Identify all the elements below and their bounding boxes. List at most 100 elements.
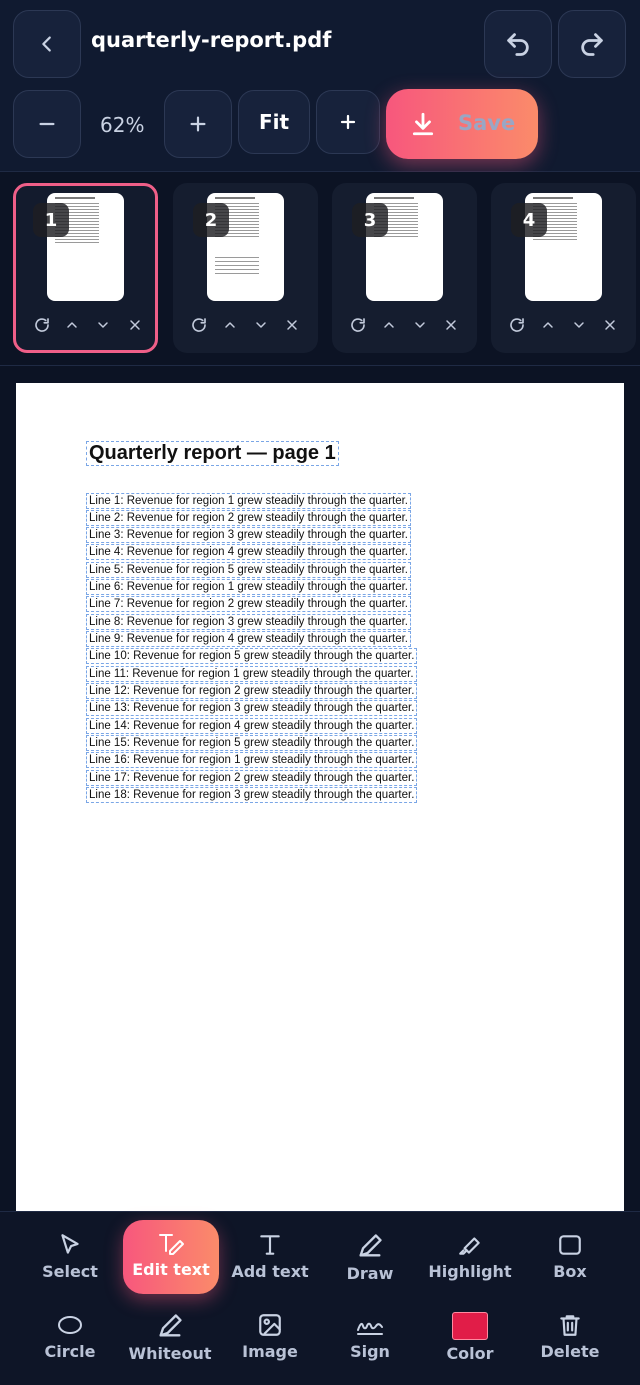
- mini-line: [55, 242, 99, 243]
- circle-tool[interactable]: Circle: [22, 1302, 118, 1372]
- mini-title: [533, 197, 573, 199]
- edit-text-icon: [159, 1234, 184, 1255]
- move-page-up-button[interactable]: [61, 314, 83, 336]
- page-number-badge: 2: [193, 203, 229, 237]
- move-page-up-button[interactable]: [219, 314, 241, 336]
- chevron-down-icon: [256, 322, 266, 328]
- move-page-down-button[interactable]: [250, 314, 272, 336]
- mini-line: [215, 257, 259, 258]
- rotate-page-button[interactable]: [347, 314, 369, 336]
- fit-button[interactable]: Fit: [238, 90, 310, 154]
- document-canvas: Quarterly report — page 1 Line 1: Revenu…: [0, 366, 640, 1211]
- page-thumbnail-strip: 1 2 3 4: [0, 172, 640, 366]
- cursor-arrow-icon: [61, 1234, 79, 1254]
- plus-icon: [190, 116, 206, 132]
- text-line[interactable]: Line 1: Revenue for region 1 grew steadi…: [86, 493, 412, 509]
- page-heading[interactable]: Quarterly report — page 1: [86, 441, 339, 466]
- chevron-down-icon: [415, 322, 425, 328]
- mini-line: [215, 269, 259, 270]
- add-text-tool[interactable]: Add text: [222, 1222, 318, 1292]
- edit-text-tool[interactable]: Edit text: [123, 1220, 219, 1294]
- text-line[interactable]: Line 10: Revenue for region 5 grew stead…: [86, 648, 418, 664]
- tool-palette: Select Edit text Add text Draw Highlight…: [0, 1211, 640, 1385]
- text-line[interactable]: Line 14: Revenue for region 4 grew stead…: [86, 718, 418, 734]
- text-line[interactable]: Line 8: Revenue for region 3 grew steadi…: [86, 614, 412, 630]
- color-picker[interactable]: Color: [422, 1302, 518, 1372]
- close-icon: [287, 320, 297, 330]
- tool-label: Sign: [350, 1342, 390, 1361]
- undo-button[interactable]: [484, 10, 552, 78]
- text-line[interactable]: Line 5: Revenue for region 5 grew steadi…: [86, 562, 412, 578]
- text-line[interactable]: Line 9: Revenue for region 4 grew steadi…: [86, 631, 412, 647]
- page-thumbnail-3[interactable]: 3: [332, 183, 477, 353]
- color-swatch: [452, 1312, 488, 1340]
- page-thumbnail-4[interactable]: 4: [491, 183, 636, 353]
- sign-tool[interactable]: Sign: [322, 1302, 418, 1372]
- save-button[interactable]: Save: [386, 89, 538, 159]
- tool-label: Box: [553, 1262, 587, 1281]
- rotate-icon: [35, 318, 49, 332]
- text-line[interactable]: Line 15: Revenue for region 5 grew stead…: [86, 735, 418, 751]
- text-line[interactable]: Line 13: Revenue for region 3 grew stead…: [86, 700, 418, 716]
- mini-line: [55, 239, 99, 240]
- move-page-down-button[interactable]: [568, 314, 590, 336]
- text-line[interactable]: Line 6: Revenue for region 1 grew steadi…: [86, 579, 412, 595]
- highlighter-icon: [459, 1237, 480, 1255]
- delete-page-button[interactable]: [599, 314, 621, 336]
- top-bar: quarterly-report.pdf 62% Fit Save: [0, 0, 640, 172]
- zoom-out-button[interactable]: [13, 90, 81, 158]
- delete-page-button[interactable]: [281, 314, 303, 336]
- move-page-down-button[interactable]: [92, 314, 114, 336]
- whiteout-tool[interactable]: Whiteout: [122, 1302, 218, 1372]
- select-tool[interactable]: Select: [22, 1222, 118, 1292]
- text-line[interactable]: Line 12: Revenue for region 2 grew stead…: [86, 683, 418, 699]
- mini-line: [215, 261, 259, 262]
- rotate-icon: [510, 318, 524, 332]
- rotate-page-button[interactable]: [188, 314, 210, 336]
- text-line[interactable]: Line 3: Revenue for region 3 grew steadi…: [86, 527, 412, 543]
- delete-page-button[interactable]: [440, 314, 462, 336]
- tool-label: Whiteout: [128, 1344, 212, 1363]
- move-page-up-button[interactable]: [537, 314, 559, 336]
- pencil-icon: [359, 1234, 382, 1257]
- page-number-badge: 3: [352, 203, 388, 237]
- back-button[interactable]: [13, 10, 81, 78]
- text-line[interactable]: Line 7: Revenue for region 2 grew steadi…: [86, 596, 412, 612]
- box-tool[interactable]: Box: [522, 1222, 618, 1292]
- undo-icon: [507, 33, 529, 56]
- document-title: quarterly-report.pdf: [91, 28, 332, 52]
- text-line[interactable]: Line 17: Revenue for region 2 grew stead…: [86, 770, 418, 786]
- image-tool[interactable]: Image: [222, 1302, 318, 1372]
- delete-tool[interactable]: Delete: [522, 1302, 618, 1372]
- move-page-down-button[interactable]: [409, 314, 431, 336]
- zoom-in-button[interactable]: [164, 90, 232, 158]
- chevron-down-icon: [98, 322, 108, 328]
- add-page-button[interactable]: [316, 90, 380, 154]
- close-icon: [605, 320, 615, 330]
- redo-button[interactable]: [558, 10, 626, 78]
- text-line[interactable]: Line 4: Revenue for region 4 grew steadi…: [86, 544, 412, 560]
- zoom-level: 62%: [100, 113, 145, 137]
- tool-label: Image: [242, 1342, 298, 1361]
- rotate-page-button[interactable]: [31, 314, 53, 336]
- mini-line: [533, 239, 577, 240]
- square-icon: [559, 1235, 581, 1255]
- page-thumbnail-2[interactable]: 2: [173, 183, 318, 353]
- page-thumbnail-1[interactable]: 1: [13, 183, 158, 353]
- chevron-left-icon: [42, 36, 51, 52]
- mini-title: [215, 197, 255, 199]
- text-line[interactable]: Line 18: Revenue for region 3 grew stead…: [86, 787, 418, 803]
- tool-label: Edit text: [132, 1260, 210, 1279]
- draw-tool[interactable]: Draw: [322, 1222, 418, 1292]
- rotate-page-button[interactable]: [506, 314, 528, 336]
- tool-label: Select: [42, 1262, 98, 1281]
- text-line[interactable]: Line 11: Revenue for region 1 grew stead…: [86, 666, 417, 682]
- chevron-up-icon: [384, 322, 394, 328]
- text-line[interactable]: Line 16: Revenue for region 1 grew stead…: [86, 752, 418, 768]
- move-page-up-button[interactable]: [378, 314, 400, 336]
- highlight-tool[interactable]: Highlight: [422, 1222, 518, 1292]
- chevron-down-icon: [574, 322, 584, 328]
- text-line[interactable]: Line 2: Revenue for region 2 grew steadi…: [86, 510, 412, 526]
- delete-page-button[interactable]: [124, 314, 146, 336]
- circle-icon: [58, 1316, 82, 1334]
